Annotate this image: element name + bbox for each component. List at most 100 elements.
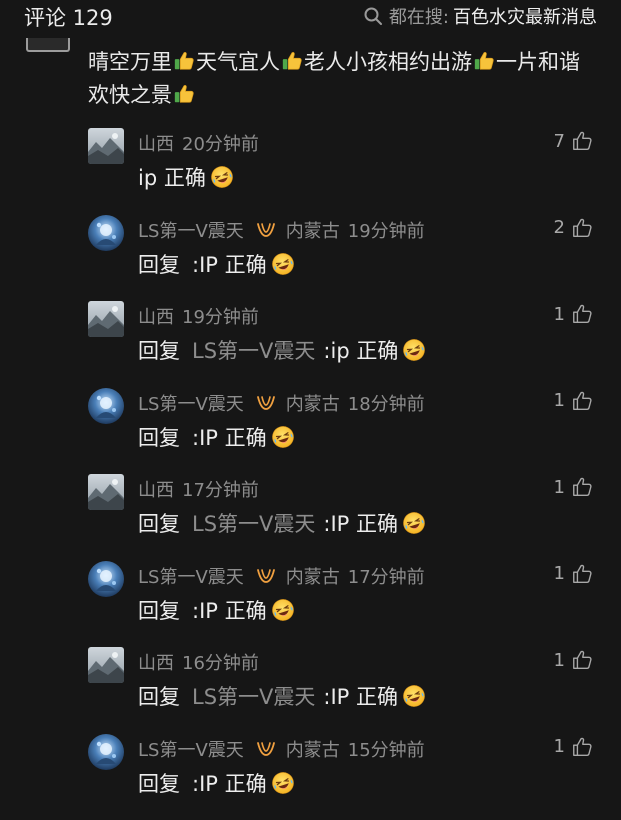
reply-item: LS第一V震天 内蒙古 17分钟前 回复:IP 正确 1 (0, 560, 621, 647)
blue-flower-avatar[interactable] (88, 733, 124, 770)
like-count: 1 (553, 736, 565, 757)
reply-item: LS第一V震天 内蒙古 19分钟前回复 :IP 正确 2 (0, 214, 621, 301)
thumbs-up-icon (571, 303, 593, 325)
like-button[interactable]: 7 (554, 130, 593, 152)
reply-word: 回复 (138, 771, 180, 796)
landscape-avatar[interactable] (88, 647, 124, 683)
comments-header: 评论 129 都在搜: 百色水灾最新消息 (0, 0, 621, 38)
reply-text: :IP 正确 (323, 685, 399, 709)
parent-comment-text: 晴空万里 天气宜人 老人小孩相约出游 一片和谐欢快之景 (88, 46, 598, 112)
reply-text: :IP 正确 (192, 598, 267, 623)
reply-time: 19分钟前 (347, 220, 425, 242)
reply-body: ip 正确 (138, 162, 234, 192)
reply-text: :IP 正确 (192, 252, 267, 277)
reply-body: 回复 :IP 正确 (138, 595, 295, 625)
reply-word: 回复 (138, 252, 180, 277)
laughing-tears-emoji-icon (402, 338, 426, 362)
blue-flower-avatar[interactable] (88, 387, 124, 424)
parent-comment-segment: 天气宜人 (196, 50, 280, 74)
reply-meta: LS第一V震天 内蒙古 15分钟前 (138, 736, 425, 762)
reply-meta: 山西 20分钟前 (138, 130, 259, 156)
reply-item: LS第一V震天 内蒙古 15分钟前 回复:IP 正确 1 (0, 733, 621, 820)
thumbs-up-icon (571, 390, 593, 412)
reply-time: 15分钟前 (347, 739, 425, 761)
v-badge-icon (256, 395, 276, 411)
parent-comment-segment: 老人小孩相约出游 (304, 50, 472, 74)
parent-comment-segment: 晴空万里 (88, 50, 172, 74)
reply-location: 山西 (138, 480, 174, 501)
like-button[interactable]: 1 (554, 476, 593, 498)
parent-avatar[interactable] (26, 38, 70, 52)
thumbs-up-icon (571, 130, 593, 152)
trending-search-link[interactable]: 都在搜: 百色水灾最新消息 (363, 2, 597, 30)
reply-meta: LS第一V震天 内蒙古 19分钟前 (138, 217, 425, 243)
reply-word: 回复 (138, 685, 180, 709)
thumbs-up-icon (571, 217, 593, 239)
thumbs-up-emoji-icon (281, 49, 303, 71)
reply-body: 回复 :IP 正确 (138, 249, 295, 279)
laughing-tears-emoji-icon (210, 165, 234, 189)
landscape-avatar[interactable] (88, 301, 124, 337)
reply-item: 山西 16分钟前 回复 LS第一V震天 :IP 正确 1 (0, 647, 621, 733)
reply-location: 山西 (138, 134, 174, 155)
like-button[interactable]: 1 (554, 736, 593, 758)
reply-location: 内蒙古 (285, 566, 340, 588)
reply-time: 16分钟前 (182, 653, 259, 674)
reply-text: :IP 正确 (192, 425, 267, 450)
like-button[interactable]: 1 (554, 390, 593, 412)
comment-count-title: 评论 129 (24, 6, 113, 30)
search-term[interactable]: 百色水灾最新消息 (453, 3, 597, 29)
reply-word: 回复 (138, 598, 180, 623)
reply-username[interactable]: LS第一V震天 (138, 217, 244, 243)
reply-text: :ip 正确 (323, 339, 399, 363)
like-count: 1 (553, 390, 565, 411)
like-count: 1 (553, 649, 565, 671)
thumbs-up-icon (571, 563, 593, 585)
reply-time: 17分钟前 (182, 480, 259, 501)
reply-username[interactable]: LS第一V震天 (138, 390, 244, 416)
landscape-avatar[interactable] (88, 128, 124, 164)
thumbs-up-icon (571, 649, 593, 671)
blue-flower-avatar[interactable] (88, 560, 124, 597)
laughing-tears-emoji-icon (271, 425, 295, 449)
search-prefix-label: 都在搜: (388, 7, 449, 28)
blue-flower-avatar[interactable] (88, 214, 124, 251)
thumbs-up-emoji-icon (173, 82, 195, 104)
reply-location: 山西 (138, 307, 174, 328)
reply-word: 回复 (138, 425, 180, 450)
reply-text: :IP 正确 (323, 512, 399, 536)
reply-word: 回复 (138, 339, 180, 363)
reply-location: 内蒙古 (285, 739, 340, 761)
search-icon (364, 7, 382, 25)
reply-item: LS第一V震天 内蒙古 18分钟前回复 :IP 正确 1 (0, 387, 621, 474)
thumbs-up-icon (571, 736, 593, 758)
reply-item: 山西 19分钟前 回复 LS第一V震天:ip 正确 1 (0, 301, 621, 387)
laughing-tears-emoji-icon (402, 684, 426, 708)
reply-username[interactable]: LS第一V震天 (138, 736, 244, 762)
reply-username[interactable]: LS第一V震天 (138, 563, 244, 589)
like-count: 1 (553, 303, 565, 325)
reply-time: 18分钟前 (347, 393, 425, 415)
like-count: 2 (553, 217, 565, 238)
thumbs-up-emoji-icon (173, 49, 195, 71)
reply-text: ip 正确 (138, 166, 206, 190)
v-badge-icon (256, 741, 276, 757)
laughing-tears-emoji-icon (271, 252, 295, 276)
reply-meta: 山西 16分钟前 (138, 649, 259, 675)
like-button[interactable]: 1 (554, 303, 593, 325)
reply-location: 内蒙古 (285, 393, 340, 415)
reply-meta: 山西 17分钟前 (138, 476, 259, 502)
like-button[interactable]: 1 (554, 563, 593, 585)
reply-location: 内蒙古 (285, 220, 340, 242)
laughing-tears-emoji-icon (402, 511, 426, 535)
landscape-avatar[interactable] (88, 474, 124, 510)
like-button[interactable]: 1 (554, 649, 593, 671)
reply-target-username[interactable]: LS第一V震天 (192, 335, 315, 365)
reply-body: 回复 LS第一V震天:IP 正确 (138, 508, 426, 538)
thumbs-up-icon (571, 476, 593, 498)
reply-target-username[interactable]: LS第一V震天 (192, 508, 315, 538)
reply-target-username[interactable]: LS第一V震天 (192, 681, 315, 711)
like-button[interactable]: 2 (554, 217, 593, 239)
reply-time: 20分钟前 (182, 134, 259, 155)
like-count: 1 (553, 563, 565, 584)
